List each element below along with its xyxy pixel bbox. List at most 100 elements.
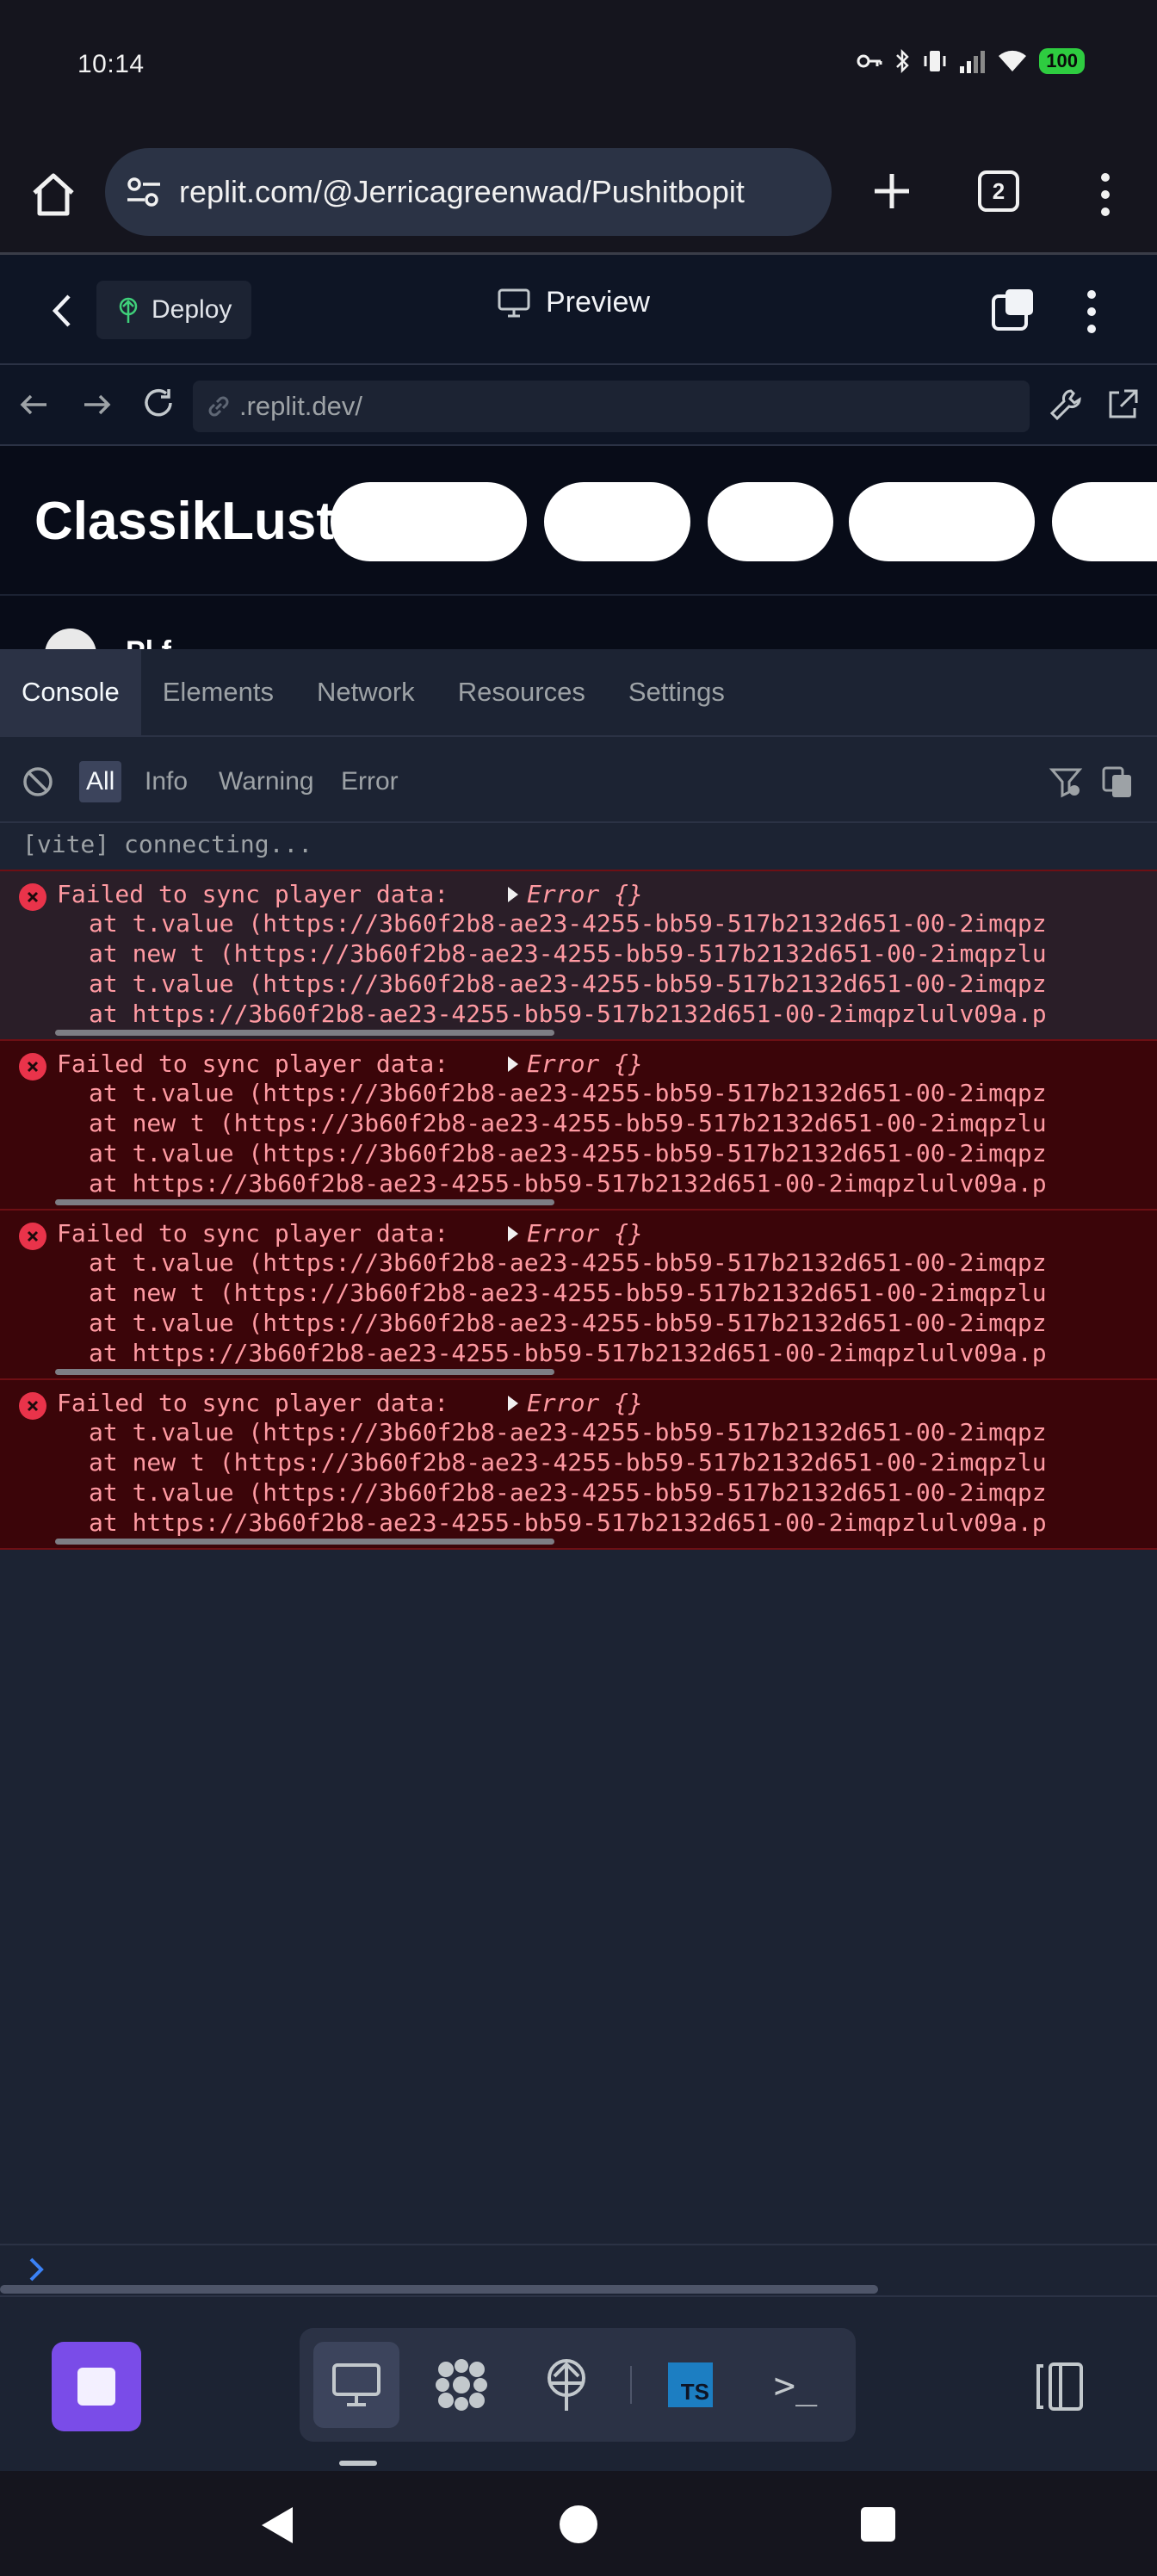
console-error-entry[interactable]: Failed to sync player data: Error {} at … — [0, 1039, 1157, 1209]
expand-triangle-icon[interactable] — [508, 1056, 518, 1072]
status-icons: 100 — [857, 48, 1085, 74]
more-vert-icon[interactable] — [1076, 286, 1107, 337]
stack-line[interactable]: at t.value (https://3b60f2b8-ae23-4255-b… — [89, 969, 1047, 998]
level-error[interactable]: Error — [334, 761, 405, 802]
site-nav-pill[interactable] — [1052, 482, 1157, 561]
level-info[interactable]: Info — [138, 761, 195, 802]
stack-line[interactable]: at t.value (https://3b60f2b8-ae23-4255-b… — [89, 1079, 1047, 1107]
horizontal-scrollbar[interactable] — [55, 1030, 554, 1036]
tool-shell[interactable]: >_ — [752, 2342, 838, 2428]
site-nav-pill[interactable] — [849, 482, 1035, 561]
recents-button[interactable] — [861, 2507, 895, 2542]
error-object[interactable]: Error {} — [527, 880, 643, 908]
copy-icon[interactable] — [1100, 765, 1135, 799]
apps-icon — [436, 2359, 487, 2411]
stack-line[interactable]: at https://3b60f2b8-ae23-4255-bb59-517b2… — [89, 1508, 1047, 1537]
tab-count: 2 — [992, 177, 1005, 204]
level-warning[interactable]: Warning — [212, 761, 321, 802]
stack-line[interactable]: at t.value (https://3b60f2b8-ae23-4255-b… — [89, 909, 1047, 938]
stack-line[interactable]: at https://3b60f2b8-ae23-4255-bb59-517b2… — [89, 1339, 1047, 1367]
horizontal-scrollbar[interactable] — [55, 1369, 554, 1375]
console-error-entry[interactable]: Failed to sync player data: Error {} at … — [0, 1209, 1157, 1378]
tab-network[interactable]: Network — [295, 649, 436, 735]
plus-icon[interactable] — [864, 164, 919, 219]
more-vert-icon[interactable] — [1090, 167, 1121, 222]
console-filter-bar: All Info Warning Error — [0, 737, 1157, 823]
wifi-icon — [999, 50, 1027, 71]
tool-deployments[interactable] — [523, 2342, 609, 2428]
tool-apps[interactable] — [418, 2342, 504, 2428]
stack-line[interactable]: at new t (https://3b60f2b8-ae23-4255-bb5… — [89, 1279, 1047, 1307]
prompt-chevron-icon — [29, 2257, 44, 2282]
layout-toggle-icon[interactable] — [1031, 2361, 1086, 2412]
tab-settings[interactable]: Settings — [607, 649, 746, 735]
monitor-icon — [332, 2363, 381, 2406]
avatar — [45, 629, 96, 649]
typescript-icon: TS — [668, 2362, 713, 2407]
error-message: Failed to sync player data: — [57, 880, 449, 908]
tune-icon[interactable] — [124, 172, 164, 212]
expand-triangle-icon[interactable] — [508, 887, 518, 902]
home-button[interactable] — [560, 2505, 597, 2543]
console-error-entry[interactable]: Failed to sync player data: Error {} at … — [0, 1378, 1157, 1550]
stack-line[interactable]: at new t (https://3b60f2b8-ae23-4255-bb5… — [89, 939, 1047, 968]
windows-icon[interactable] — [990, 286, 1036, 332]
stack-line[interactable]: at t.value (https://3b60f2b8-ae23-4255-b… — [89, 1248, 1047, 1277]
site-preview: ClassikLust Pl f — [0, 446, 1157, 649]
expand-triangle-icon[interactable] — [508, 1226, 518, 1242]
status-bar: 10:14 100 — [0, 0, 1157, 133]
tab-switcher-button[interactable]: 2 — [978, 170, 1019, 212]
external-link-icon[interactable] — [1102, 384, 1143, 425]
preview-address-bar: .replit.dev/ — [0, 365, 1157, 446]
stack-line[interactable]: at t.value (https://3b60f2b8-ae23-4255-b… — [89, 1478, 1047, 1507]
error-object[interactable]: Error {} — [527, 1219, 643, 1248]
stack-line[interactable]: at t.value (https://3b60f2b8-ae23-4255-b… — [89, 1418, 1047, 1446]
devtools-tabs: Console Elements Network Resources Setti… — [0, 649, 1157, 737]
stack-line[interactable]: at new t (https://3b60f2b8-ae23-4255-bb5… — [89, 1448, 1047, 1477]
battery-indicator: 100 — [1039, 48, 1085, 74]
tool-preview[interactable] — [313, 2342, 399, 2428]
stop-button[interactable] — [52, 2342, 141, 2431]
tab-resources[interactable]: Resources — [436, 649, 607, 735]
error-object[interactable]: Error {} — [527, 1050, 643, 1078]
arrow-left-icon[interactable] — [14, 384, 55, 425]
arrow-right-icon[interactable] — [76, 384, 117, 425]
preview-title: Preview — [498, 286, 650, 319]
expand-triangle-icon[interactable] — [508, 1396, 518, 1411]
console-output: [vite] connecting... Failed to sync play… — [0, 823, 1157, 2244]
clear-console-icon[interactable] — [21, 765, 55, 799]
wrench-icon[interactable] — [1045, 384, 1086, 425]
tab-elements[interactable]: Elements — [141, 649, 295, 735]
deploy-button[interactable]: Deploy — [96, 281, 251, 339]
site-content-peek: Pl f — [126, 635, 171, 649]
console-scrollbar[interactable] — [0, 2285, 878, 2294]
horizontal-scrollbar[interactable] — [55, 1539, 554, 1545]
stack-line[interactable]: at https://3b60f2b8-ae23-4255-bb59-517b2… — [89, 1169, 1047, 1198]
back-icon[interactable] — [258, 2505, 296, 2545]
tool-typescript-file[interactable]: TS — [647, 2342, 733, 2428]
stack-line[interactable]: at t.value (https://3b60f2b8-ae23-4255-b… — [89, 1139, 1047, 1167]
console-error-entry[interactable]: Failed to sync player data: Error {} at … — [0, 870, 1157, 1039]
error-object[interactable]: Error {} — [527, 1389, 643, 1417]
address-bar[interactable]: replit.com/@Jerricagreenwad/Pushitbopit — [105, 148, 832, 236]
stack-line[interactable]: at t.value (https://3b60f2b8-ae23-4255-b… — [89, 1309, 1047, 1337]
level-all[interactable]: All — [79, 761, 122, 802]
error-icon — [19, 1392, 46, 1420]
site-nav-pill[interactable] — [331, 482, 527, 561]
error-icon — [19, 883, 46, 911]
stack-line[interactable]: at https://3b60f2b8-ae23-4255-bb59-517b2… — [89, 1000, 1047, 1028]
bluetooth-icon — [896, 48, 910, 74]
filter-icon[interactable] — [1049, 765, 1083, 799]
horizontal-scrollbar[interactable] — [55, 1199, 554, 1205]
site-nav-pill[interactable] — [708, 482, 833, 561]
tab-console[interactable]: Console — [0, 649, 141, 735]
error-icon — [19, 1053, 46, 1081]
chevron-left-icon[interactable] — [43, 289, 81, 332]
stack-line[interactable]: at new t (https://3b60f2b8-ae23-4255-bb5… — [89, 1109, 1047, 1137]
preview-url-field[interactable]: .replit.dev/ — [193, 381, 1030, 432]
link-icon — [208, 396, 229, 417]
error-message: Failed to sync player data: — [57, 1389, 449, 1417]
home-icon[interactable] — [26, 167, 81, 222]
reload-icon[interactable] — [138, 384, 179, 425]
site-nav-pill[interactable] — [544, 482, 690, 561]
